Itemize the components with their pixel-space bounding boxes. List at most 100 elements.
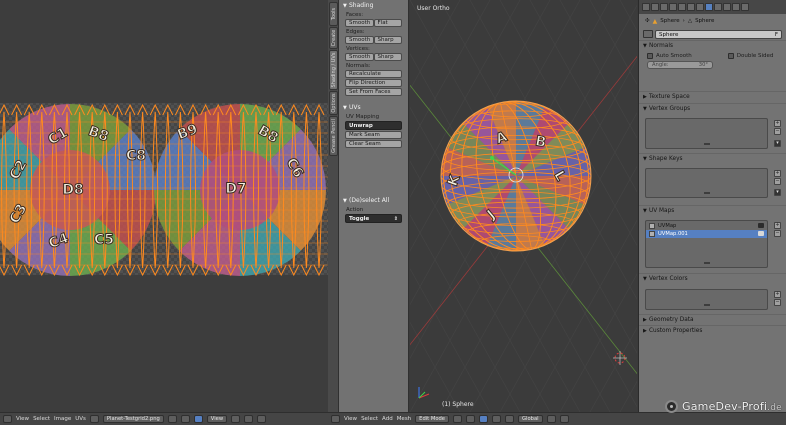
uv-maps-panel-header[interactable]: ▼ UV Maps [639,205,786,216]
editor-type-icon[interactable] [331,415,340,423]
shape-keys-list[interactable] [645,168,768,198]
texture-tab-icon[interactable] [723,3,731,11]
menu-uvs[interactable]: UVs [75,416,86,422]
vertex-colors-panel-header[interactable]: ▼ Vertex Colors [639,273,786,284]
manipulator-handle-icon[interactable] [490,156,494,160]
flip-direction-button[interactable]: Flip Direction [345,79,402,87]
menu-view[interactable]: View [344,416,357,422]
set-from-faces-button[interactable]: Set From Faces [345,88,402,96]
shape-keys-panel-header[interactable]: ▼ Shape Keys [639,153,786,164]
remove-vertex-group-button[interactable]: − [774,128,781,135]
layer-icon[interactable] [546,415,556,423]
texture-space-panel-header[interactable]: ▶ Texture Space [639,91,786,102]
remove-shape-key-button[interactable]: − [774,178,781,185]
snap-icon[interactable] [257,415,267,423]
3d-viewport[interactable]: ABKJL User Ortho (1) Sphere [410,0,637,412]
vertex-group-specials-button[interactable]: ▾ [774,140,781,147]
pin-image-icon[interactable] [193,415,203,423]
constraints-tab-icon[interactable] [687,3,695,11]
uv-maps-list[interactable]: UVMap UVMap.001 [645,220,768,268]
mesh-browse-icon[interactable] [643,30,653,38]
shape-key-specials-button[interactable]: ▾ [774,189,781,196]
sticky-select-icon[interactable] [231,415,241,423]
vertex-groups-list[interactable] [645,118,768,149]
world-tab-icon[interactable] [669,3,677,11]
vertices-sharp-button[interactable]: Sharp [373,53,402,61]
resize-grip-icon[interactable] [703,304,710,306]
shading-panel-header[interactable]: ▼ Shading [339,0,408,11]
resize-grip-icon[interactable] [703,192,710,194]
remove-vertex-color-button[interactable]: − [774,299,781,306]
modifiers-tab-icon[interactable] [696,3,704,11]
pivot-icon[interactable] [244,415,254,423]
rotate-icon[interactable] [505,415,515,423]
edges-sharp-button[interactable]: Sharp [373,36,402,44]
pin-icon[interactable]: ✣ [645,18,650,24]
faces-flat-button[interactable]: Flat [373,19,402,27]
render-tab-icon[interactable] [642,3,650,11]
add-vertex-color-button[interactable]: + [774,291,781,298]
add-shape-key-button[interactable]: + [774,170,781,177]
unwrap-menu[interactable]: Unwrap [345,121,402,130]
fake-user-button[interactable]: F [775,31,778,39]
menu-add[interactable]: Add [382,416,393,422]
viewport-canvas[interactable]: A BKJL [410,0,637,412]
uvs-panel-header[interactable]: ▼ UVs [339,102,408,113]
resize-grip-icon[interactable] [703,262,710,264]
uv-editor[interactable]: C1 B8 C2 D8 C3 C4 C5 C8 B9 D7 B8 C6 [0,0,328,412]
image-name-field[interactable]: Planet-Testgrid2.png [102,415,164,423]
object-tab-icon[interactable] [678,3,686,11]
mark-seam-button[interactable]: Mark Seam [345,131,402,139]
menu-select[interactable]: Select [361,416,378,422]
angle-field[interactable]: Angle: 30° [647,61,713,69]
manipulator-toggle-icon[interactable] [479,415,489,423]
view-mode-select[interactable]: View [206,415,228,423]
action-select[interactable]: Toggle ⇕ [345,214,402,223]
vertices-smooth-button[interactable]: Smooth [345,53,374,61]
normals-panel-header[interactable]: ▼ Normals [639,40,786,51]
uv-canvas[interactable]: C1 B8C2D8C3C4 C5C8B9D7B8C6 [0,0,328,412]
close-image-icon[interactable] [180,415,190,423]
3d-cursor-icon[interactable] [613,351,627,365]
shading-mode-icon[interactable] [453,415,463,423]
menu-select[interactable]: Select [33,416,50,422]
active-render-camera-icon[interactable] [758,231,764,236]
custom-properties-panel-header[interactable]: ▶ Custom Properties [639,325,786,336]
uv-map-item-selected[interactable]: UVMap.001 [646,230,767,238]
menu-view[interactable]: View [16,416,29,422]
scene-tab-icon[interactable] [660,3,668,11]
particles-tab-icon[interactable] [732,3,740,11]
tab-shading-uvs[interactable]: Shading / UVs [329,50,338,90]
vertex-groups-panel-header[interactable]: ▼ Vertex Groups [639,103,786,114]
material-tab-icon[interactable] [714,3,722,11]
active-render-camera-icon[interactable] [758,223,764,228]
layers-tab-icon[interactable] [651,3,659,11]
recalculate-button[interactable]: Recalculate [345,70,402,78]
clear-seam-button[interactable]: Clear Seam [345,140,402,148]
snap-icon[interactable] [559,415,569,423]
tab-options[interactable]: Options [329,91,338,115]
editor-type-icon[interactable] [3,415,12,423]
mesh-name-field[interactable]: Sphere F [655,29,782,39]
tab-grease-pencil[interactable]: Grease Pencil [329,116,338,156]
faces-smooth-button[interactable]: Smooth [345,19,374,27]
sphere-mesh[interactable]: A BKJL [426,86,606,266]
translate-icon[interactable] [492,415,502,423]
physics-tab-icon[interactable] [741,3,749,11]
uv-map-item[interactable]: UVMap [646,222,767,230]
resize-grip-icon[interactable] [703,143,710,145]
double-sided-checkbox[interactable] [727,53,734,59]
add-uv-map-button[interactable]: + [774,222,781,229]
menu-mesh[interactable]: Mesh [397,416,411,422]
menu-image[interactable]: Image [54,416,71,422]
vertex-colors-list[interactable] [645,289,768,310]
tab-create[interactable]: Create [329,27,338,49]
orientation-select[interactable]: Global [518,415,543,423]
fake-user-icon[interactable] [167,415,177,423]
auto-smooth-checkbox[interactable] [647,53,653,59]
tab-tools[interactable]: Tools [329,2,338,26]
image-browse-icon[interactable] [89,415,99,423]
pivot-point-icon[interactable] [466,415,476,423]
mesh-data-tab-icon[interactable] [705,3,713,11]
remove-uv-map-button[interactable]: − [774,230,781,237]
